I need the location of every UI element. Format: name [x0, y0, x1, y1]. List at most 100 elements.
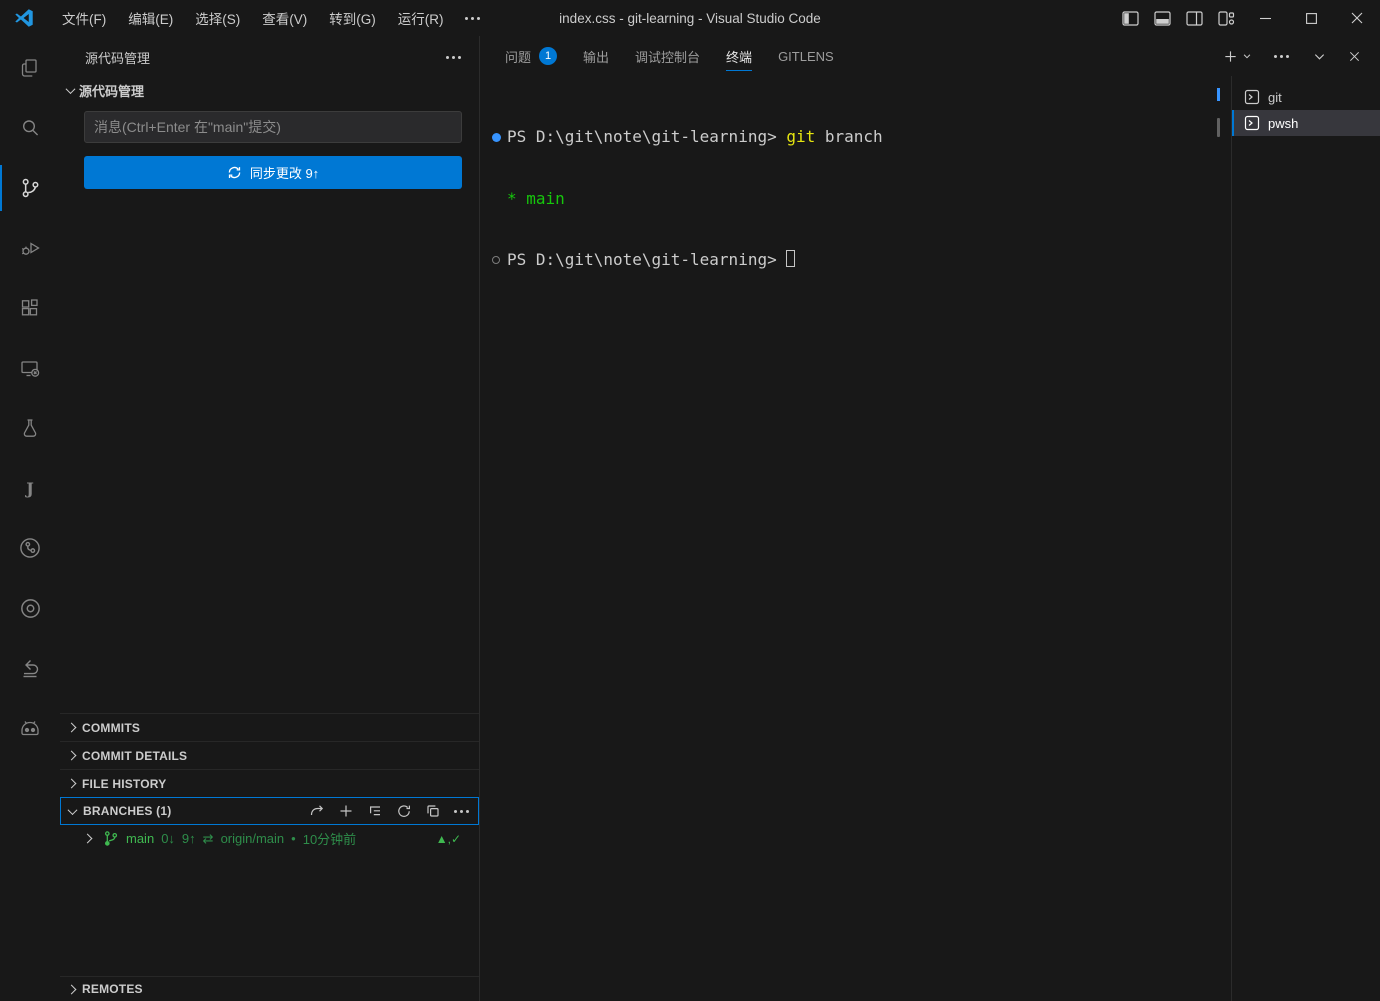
branch-name: main [126, 831, 154, 846]
menu-goto[interactable]: 转到(G) [318, 4, 387, 32]
tab-problems[interactable]: 问题 1 [505, 36, 557, 76]
terminal-cursor [786, 250, 795, 267]
scm-provider-header[interactable]: 源代码管理 [60, 78, 479, 102]
branch-upstream: origin/main [221, 831, 285, 846]
chevron-right-icon [67, 723, 77, 733]
section-file-history[interactable]: FILE HISTORY [60, 769, 479, 797]
section-branches[interactable]: BRANCHES (1) [60, 797, 479, 825]
branches-empty-area [60, 852, 479, 976]
sidebar-more-icon[interactable] [446, 56, 461, 59]
remote-explorer-icon [18, 356, 42, 380]
menu-file[interactable]: 文件(F) [51, 4, 117, 32]
open-in-editor-icon[interactable] [425, 803, 441, 819]
activity-explorer[interactable] [0, 38, 60, 98]
activity-run-debug[interactable] [0, 218, 60, 278]
tab-output[interactable]: 输出 [583, 36, 609, 76]
toggle-sidebar-icon[interactable] [1114, 0, 1146, 36]
tab-gitlens[interactable]: GITLENS [778, 36, 834, 76]
branch-status-icons: ▲,✓ [436, 832, 461, 846]
chevron-right-icon [67, 751, 77, 761]
activity-extensions[interactable] [0, 278, 60, 338]
activity-source-control[interactable] [0, 158, 60, 218]
section-commits[interactable]: COMMITS [60, 713, 479, 741]
new-branch-icon[interactable] [338, 803, 354, 819]
close-button[interactable] [1334, 0, 1380, 36]
menu-edit[interactable]: 编辑(E) [117, 4, 184, 32]
chevron-down-icon [66, 84, 76, 94]
section-commit-details-label: COMMIT DETAILS [82, 749, 187, 763]
activity-testing[interactable] [0, 398, 60, 458]
sync-changes-button[interactable]: 同步更改 9↑ [84, 156, 462, 189]
terminal-icon [1244, 115, 1260, 131]
run-debug-icon [18, 236, 42, 260]
chevron-right-icon [83, 834, 93, 844]
refresh-icon[interactable] [396, 803, 412, 819]
terminal-command: git [777, 127, 816, 148]
terminal-prompt: PS D:\git\note\git-learning> [507, 250, 777, 271]
toggle-secondary-sidebar-icon[interactable] [1178, 0, 1210, 36]
launch-profile-chevron-icon[interactable] [1240, 36, 1259, 76]
problems-count-badge: 1 [539, 47, 557, 65]
activity-ai-robot[interactable] [0, 698, 60, 758]
panel-close-icon[interactable] [1341, 36, 1368, 76]
customize-layout-icon[interactable] [1210, 0, 1242, 36]
gitlens-icon [17, 535, 43, 561]
branch-time: 10分钟前 [303, 829, 356, 848]
tab-terminal[interactable]: 终端 [726, 36, 752, 76]
vscode-logo-icon [13, 7, 35, 29]
terminal-tab-pwsh[interactable]: pwsh [1232, 110, 1380, 136]
switch-branch-icon[interactable] [309, 803, 325, 819]
section-remotes[interactable]: REMOTES [60, 976, 479, 1001]
sync-icon [227, 165, 242, 180]
menu-view[interactable]: 查看(V) [251, 4, 318, 32]
activity-bar: J [0, 36, 60, 1001]
tab-problems-label: 问题 [505, 47, 531, 66]
branch-layout-icon[interactable] [367, 803, 383, 819]
title-bar: 文件(F) 编辑(E) 选择(S) 查看(V) 转到(G) 运行(R) inde… [0, 0, 1380, 36]
terminal-viewport[interactable]: PS D:\git\note\git-learning> git branch … [480, 76, 1231, 1001]
panel-more-actions-icon[interactable] [1267, 36, 1296, 76]
toggle-panel-icon[interactable] [1146, 0, 1178, 36]
terminal-command-args: branch [815, 127, 882, 148]
new-terminal-icon[interactable] [1216, 36, 1240, 76]
activity-gitlens-inspect[interactable] [0, 578, 60, 638]
section-commits-label: COMMITS [82, 721, 140, 735]
branch-row-main[interactable]: main 0↓ 9↑ ⇄ origin/main • 10分钟前 ▲,✓ [60, 825, 479, 852]
menu-more-icon[interactable] [455, 4, 490, 32]
chevron-down-icon [68, 805, 78, 815]
testing-icon [18, 416, 42, 440]
terminal-output: * main [507, 189, 565, 210]
sync-changes-label: 同步更改 9↑ [250, 163, 319, 182]
branch-ahead-count: 9↑ [182, 831, 196, 846]
sidebar-title: 源代码管理 [85, 48, 150, 67]
branch-compare-icon: ⇄ [203, 831, 214, 847]
terminal-tab-label: git [1268, 90, 1282, 105]
branches-more-icon[interactable] [454, 810, 469, 813]
terminal-prompt: PS D:\git\note\git-learning> [507, 127, 777, 148]
extensions-icon [18, 296, 42, 320]
menu-selection[interactable]: 选择(S) [184, 4, 251, 32]
minimize-button[interactable] [1242, 0, 1288, 36]
activity-search[interactable] [0, 98, 60, 158]
panel-chevron-down-icon[interactable] [1306, 36, 1333, 76]
activity-remote-explorer[interactable] [0, 338, 60, 398]
activity-back-arrow[interactable] [0, 638, 60, 698]
terminal-icon [1244, 89, 1260, 105]
tab-debug-console[interactable]: 调试控制台 [635, 36, 700, 76]
terminal-tab-git[interactable]: git [1232, 84, 1380, 110]
window-title: index.css - git-learning - Visual Studio… [559, 11, 821, 26]
activity-gitlens[interactable] [0, 518, 60, 578]
overview-command-mark [1217, 88, 1220, 101]
back-arrow-icon [18, 656, 42, 680]
ai-robot-icon [18, 716, 42, 740]
j-extension-icon: J [26, 479, 34, 498]
terminal-line: PS D:\git\note\git-learning> [492, 250, 1231, 271]
commit-message-input[interactable] [84, 111, 462, 143]
section-commit-details[interactable]: COMMIT DETAILS [60, 741, 479, 769]
activity-j-extension[interactable]: J [0, 458, 60, 518]
menu-run[interactable]: 运行(R) [387, 4, 455, 32]
terminal-scrollbar-thumb[interactable] [1217, 118, 1220, 137]
maximize-button[interactable] [1288, 0, 1334, 36]
gitlens-inspect-icon [18, 596, 43, 621]
bottom-panel: 问题 1 输出 调试控制台 终端 GITLENS [479, 36, 1380, 1001]
